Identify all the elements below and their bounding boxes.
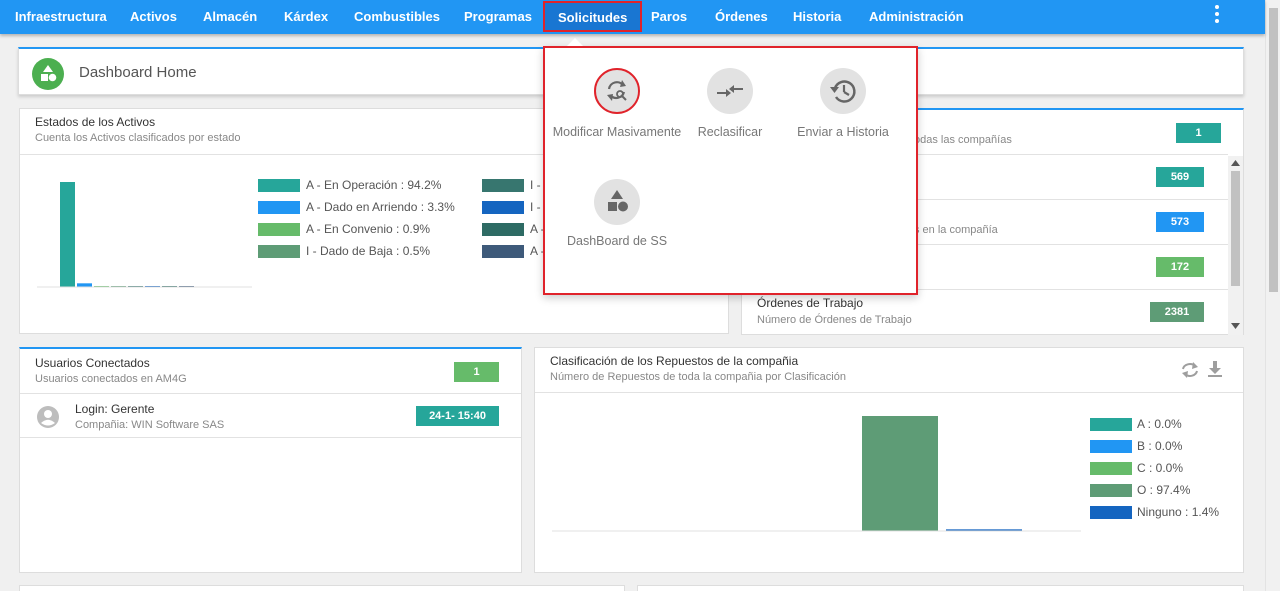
nav-historia[interactable]: Historia	[793, 0, 841, 34]
shapes-icon	[32, 58, 64, 90]
nav-solicitudes[interactable]: Solicitudes	[543, 1, 643, 32]
bar	[60, 182, 75, 287]
row-count-badge: 172	[1156, 257, 1204, 277]
menu-label: Reclasificar	[697, 125, 763, 139]
legend-label: A - En Convenio : 0.9%	[306, 222, 431, 236]
user-avatar-icon	[37, 406, 59, 428]
estados-bar-chart	[37, 182, 252, 288]
card-title: Estados de los Activos	[35, 115, 156, 129]
card-subtitle: Cuenta los Activos clasificados por esta…	[35, 132, 241, 144]
download-icon[interactable]	[1207, 360, 1223, 378]
menu-modificar-masivamente[interactable]: Modificar Masivamente	[552, 68, 682, 163]
legend-swatch	[482, 179, 524, 192]
legend-label: I - Dado de Baja : 0.5%	[306, 244, 431, 258]
legend-label: I -	[530, 178, 541, 192]
row-title: Órdenes de Trabajo	[757, 296, 864, 310]
refresh-icon[interactable]	[1180, 361, 1200, 379]
legend-swatch	[1090, 506, 1132, 519]
legend-swatch	[1090, 462, 1132, 475]
solicitudes-dropdown-menu: Modificar Masivamente Reclasificar Envia…	[543, 46, 918, 295]
legend-label: O : 97.4%	[1137, 483, 1191, 497]
nav-combustibles[interactable]: Combustibles	[354, 0, 440, 34]
nav-infraestructura[interactable]: Infraestructura	[15, 0, 107, 34]
legend-swatch	[258, 201, 300, 214]
legend-label: A - En Operación : 94.2%	[306, 178, 442, 192]
page-title: Dashboard Home	[79, 64, 197, 81]
row-count-badge: 2381	[1150, 302, 1204, 322]
summary-row[interactable]: Órdenes de Trabajo Número de Órdenes de T…	[742, 290, 1228, 335]
legend-label: Ninguno : 1.4%	[1137, 505, 1220, 519]
menu-enviar-historia[interactable]: Enviar a Historia	[778, 68, 908, 148]
legend-swatch	[1090, 484, 1132, 497]
users-count-badge: 1	[454, 362, 499, 382]
card-subtitle: Usuarios conectados en AM4G	[35, 373, 187, 385]
nav-almacen[interactable]: Almacén	[203, 0, 257, 34]
shapes-icon	[594, 179, 640, 225]
swap-arrows-icon	[707, 68, 753, 114]
legend-swatch	[258, 245, 300, 258]
legend-label: A - Dado en Arriendo : 3.3%	[306, 200, 455, 214]
bar	[862, 416, 938, 531]
row-subtitle: Número de Órdenes de Trabajo	[757, 314, 912, 326]
user-company: Compañia: WIN Software SAS	[75, 419, 225, 431]
legend-swatch	[482, 245, 524, 258]
card-subtitle: Número de Repuestos de toda la compañia …	[550, 371, 846, 383]
nav-paros[interactable]: Paros	[651, 0, 687, 34]
row-count-badge: 573	[1156, 212, 1204, 232]
page-scrollbar[interactable]	[1265, 0, 1280, 591]
legend-label: I -	[530, 200, 541, 214]
legend-swatch	[482, 223, 524, 236]
user-login: Login: Gerente	[75, 402, 155, 416]
card-scrollbar[interactable]	[1228, 156, 1243, 335]
nav-kardex[interactable]: Kárdex	[284, 0, 328, 34]
menu-label: DashBoard de SS	[566, 234, 668, 248]
menu-label: Enviar a Historia	[797, 125, 889, 139]
menu-reclasificar[interactable]: Reclasificar	[665, 68, 795, 148]
row-count-badge: 569	[1156, 167, 1204, 187]
legend-label: A : 0.0%	[1137, 417, 1182, 431]
legend-swatch	[258, 179, 300, 192]
legend-swatch	[482, 201, 524, 214]
legend-swatch	[258, 223, 300, 236]
usuarios-conectados-card: Usuarios Conectados Usuarios conectados …	[19, 347, 522, 573]
history-icon	[820, 68, 866, 114]
legend-label: B : 0.0%	[1137, 439, 1183, 453]
more-options-icon[interactable]	[1210, 4, 1224, 26]
card-title: Usuarios Conectados	[35, 356, 150, 370]
nav-ordenes[interactable]: Órdenes	[715, 0, 768, 34]
legend-swatch	[1090, 418, 1132, 431]
nav-activos[interactable]: Activos	[130, 0, 177, 34]
bar	[77, 283, 92, 287]
top-navbar: Infraestructura Activos Almacén Kárdex C…	[0, 0, 1265, 34]
nav-administracion[interactable]: Administración	[869, 0, 964, 34]
bottom-card-right	[637, 585, 1244, 591]
menu-label: Modificar Masivamente	[552, 125, 682, 139]
login-time-badge: 24-1- 15:40	[416, 406, 499, 426]
count-badge: 1	[1176, 123, 1221, 143]
user-row[interactable]: Login: Gerente Compañia: WIN Software SA…	[20, 394, 521, 437]
repuestos-card: Clasificación de los Repuestos de la com…	[534, 347, 1244, 573]
row-subtitle: s en la compañía	[914, 224, 998, 236]
repuestos-bar-chart	[552, 416, 1081, 532]
card-title: Clasificación de los Repuestos de la com…	[550, 354, 799, 368]
card-subtitle: odas las compañías	[914, 134, 1012, 146]
legend-swatch	[1090, 440, 1132, 453]
menu-dashboard-ss[interactable]: DashBoard de SS	[552, 179, 682, 249]
legend-label: C : 0.0%	[1137, 461, 1184, 475]
menu-caret	[567, 38, 583, 46]
bottom-card-left	[19, 585, 625, 591]
nav-programas[interactable]: Programas	[464, 0, 532, 34]
refresh-search-icon	[594, 68, 640, 114]
